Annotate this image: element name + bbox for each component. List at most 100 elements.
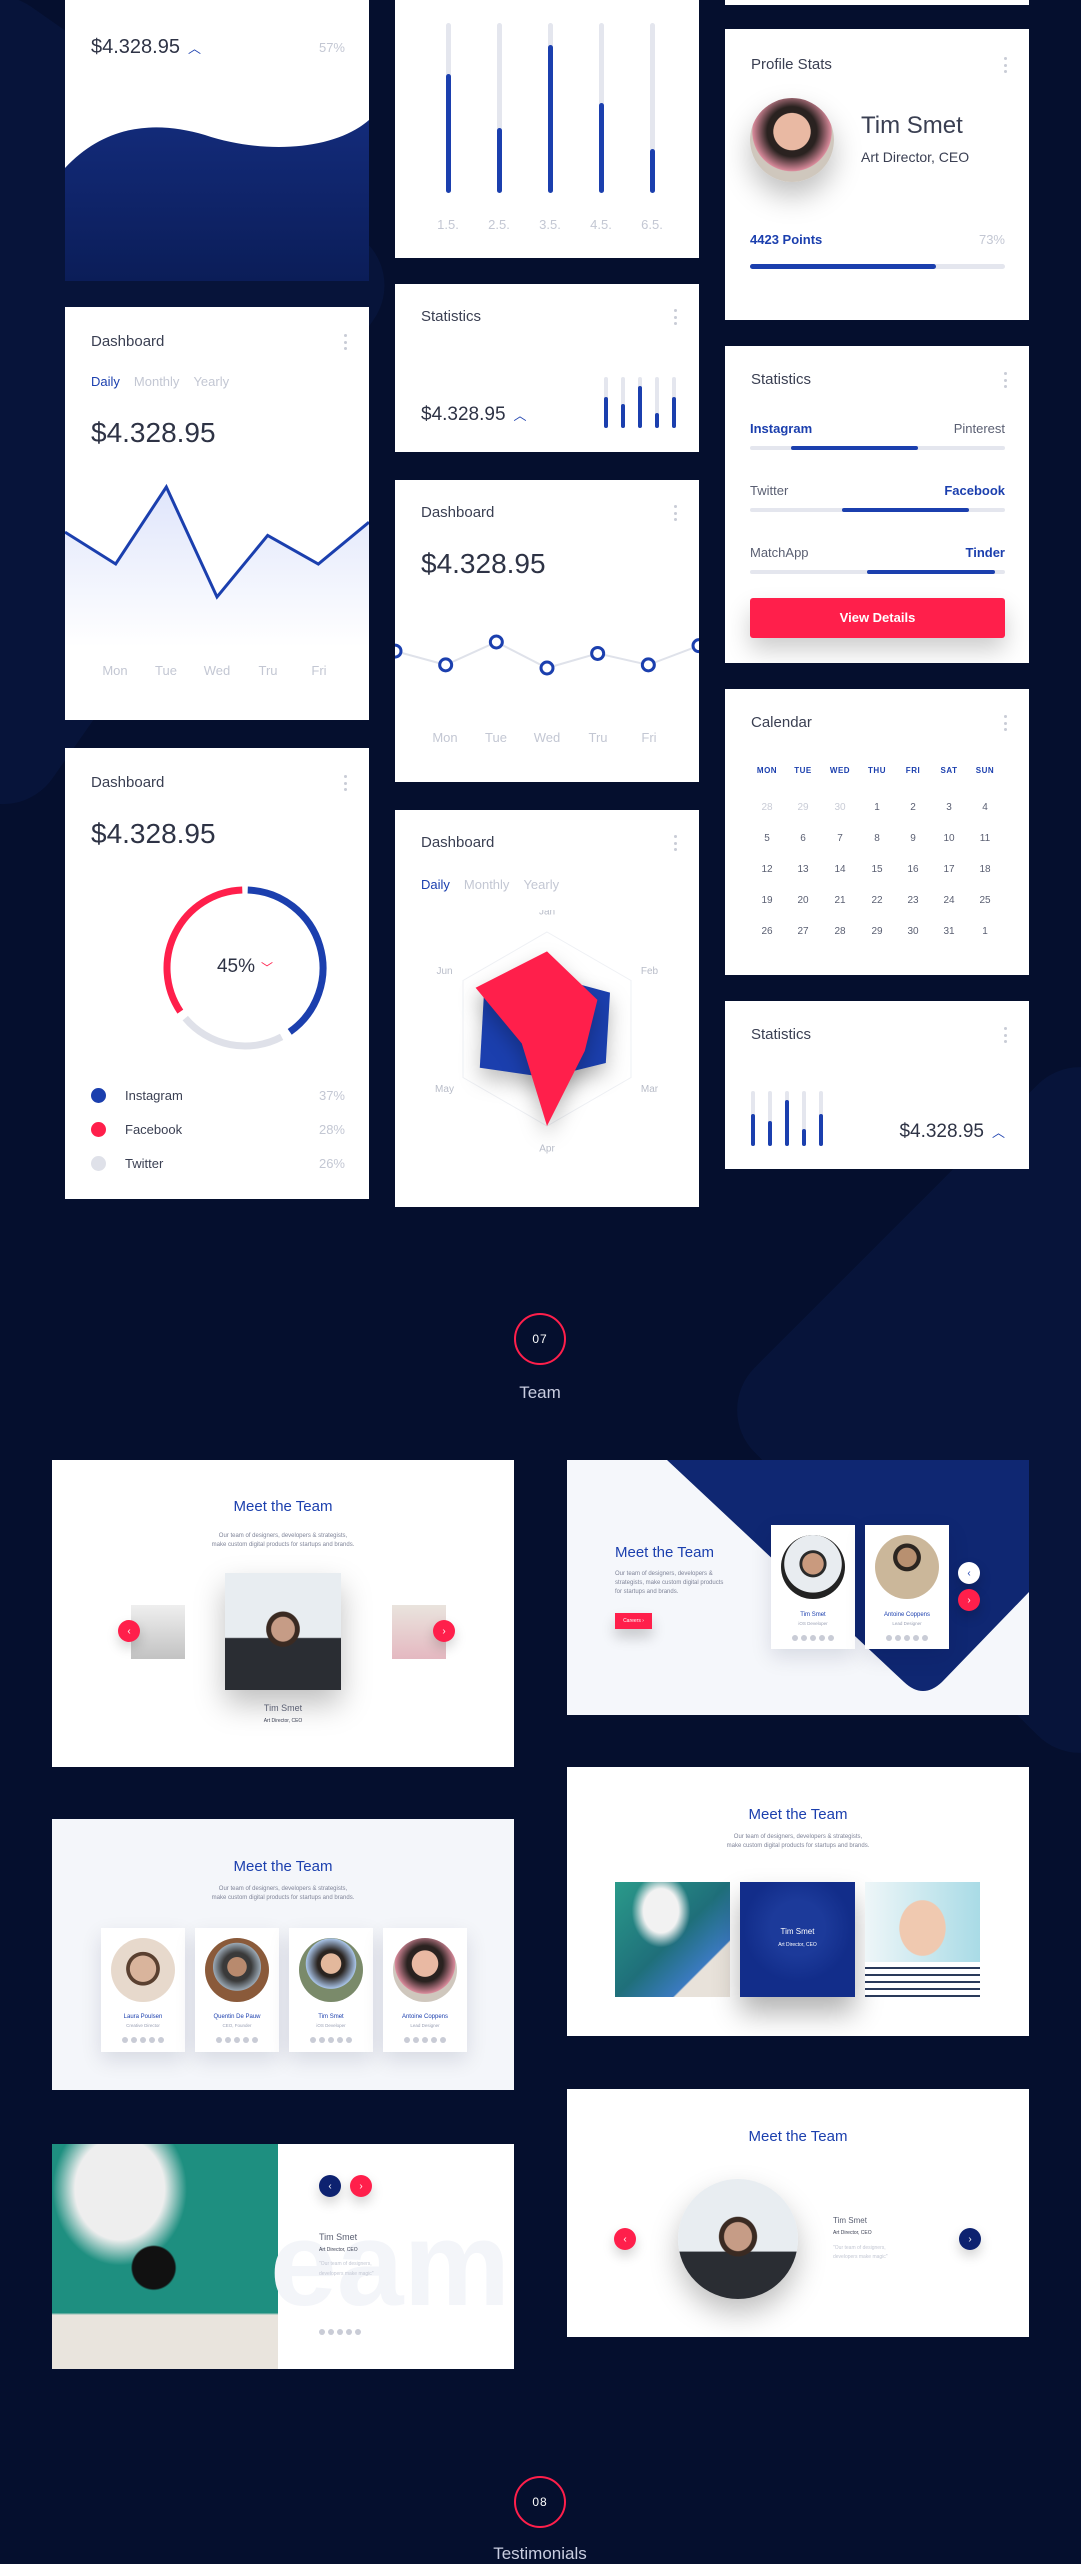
calendar-day[interactable]: 2 bbox=[910, 802, 916, 813]
more-icon[interactable] bbox=[673, 505, 677, 521]
pinterest-icon[interactable] bbox=[131, 2037, 137, 2043]
member-name[interactable]: Antoine Coppens bbox=[383, 2014, 467, 2020]
mail-icon[interactable] bbox=[310, 2037, 316, 2043]
calendar-day[interactable]: 8 bbox=[874, 833, 880, 844]
twitter-icon[interactable] bbox=[243, 2037, 249, 2043]
calendar-day[interactable]: 6 bbox=[800, 833, 806, 844]
comparison-slider[interactable] bbox=[750, 508, 1005, 512]
calendar-day[interactable]: 30 bbox=[834, 802, 845, 813]
calendar-day[interactable]: 7 bbox=[837, 833, 843, 844]
twitter-icon[interactable] bbox=[819, 1635, 825, 1641]
calendar-day[interactable]: 9 bbox=[910, 833, 916, 844]
calendar-day[interactable]: 20 bbox=[797, 895, 808, 906]
next-button[interactable]: › bbox=[433, 1620, 455, 1642]
more-icon[interactable] bbox=[1003, 57, 1007, 73]
row-label-right[interactable]: Facebook bbox=[944, 483, 1005, 498]
next-button[interactable]: › bbox=[959, 2228, 981, 2250]
row-label-left[interactable]: MatchApp bbox=[750, 545, 809, 560]
pinterest-icon[interactable] bbox=[225, 2037, 231, 2043]
facebook-icon[interactable] bbox=[440, 2037, 446, 2043]
tab-monthly[interactable]: Monthly bbox=[134, 374, 180, 389]
calendar-day[interactable]: 11 bbox=[980, 833, 990, 844]
mail-icon[interactable] bbox=[792, 1635, 798, 1641]
calendar-day[interactable]: 3 bbox=[946, 802, 952, 813]
more-icon[interactable] bbox=[1003, 1027, 1007, 1043]
calendar-day[interactable]: 28 bbox=[761, 802, 772, 813]
prev-button[interactable]: ‹ bbox=[319, 2175, 341, 2197]
row-label-left[interactable]: Twitter bbox=[750, 483, 788, 498]
twitter-icon[interactable] bbox=[346, 2329, 352, 2335]
twitter-icon[interactable] bbox=[913, 1635, 919, 1641]
calendar-day[interactable]: 18 bbox=[979, 864, 990, 875]
calendar-day[interactable]: 23 bbox=[907, 895, 918, 906]
twitter-icon[interactable] bbox=[337, 2037, 343, 2043]
tab-yearly[interactable]: Yearly bbox=[193, 374, 229, 389]
calendar-day[interactable]: 1 bbox=[874, 802, 880, 813]
instagram-icon[interactable] bbox=[422, 2037, 428, 2043]
calendar-day[interactable]: 4 bbox=[982, 802, 988, 813]
instagram-icon[interactable] bbox=[328, 2037, 334, 2043]
calendar-day[interactable]: 24 bbox=[943, 895, 954, 906]
prev-button[interactable]: ‹ bbox=[118, 1620, 140, 1642]
next-button[interactable]: › bbox=[958, 1589, 980, 1611]
calendar-day[interactable]: 14 bbox=[834, 864, 845, 875]
calendar-day[interactable]: 12 bbox=[761, 864, 772, 875]
comparison-slider[interactable] bbox=[750, 570, 1005, 574]
tab-daily[interactable]: Daily bbox=[421, 877, 450, 892]
facebook-icon[interactable] bbox=[252, 2037, 258, 2043]
instagram-icon[interactable] bbox=[904, 1635, 910, 1641]
more-icon[interactable] bbox=[673, 309, 677, 325]
view-details-button[interactable]: View Details bbox=[750, 598, 1005, 638]
calendar-day[interactable]: 26 bbox=[761, 926, 772, 937]
calendar-day[interactable]: 21 bbox=[834, 895, 845, 906]
calendar-day[interactable]: 25 bbox=[979, 895, 990, 906]
comparison-slider[interactable] bbox=[750, 446, 1005, 450]
member-name[interactable]: Laura Poulsen bbox=[101, 2014, 185, 2020]
facebook-icon[interactable] bbox=[355, 2329, 361, 2335]
careers-button[interactable]: Careers › bbox=[615, 1613, 652, 1629]
calendar-day[interactable]: 19 bbox=[761, 895, 772, 906]
member-name[interactable]: Tim Smet bbox=[771, 1612, 855, 1618]
calendar-day[interactable]: 16 bbox=[907, 864, 918, 875]
facebook-icon[interactable] bbox=[158, 2037, 164, 2043]
prev-button[interactable]: ‹ bbox=[958, 1562, 980, 1584]
calendar-day[interactable]: 15 bbox=[871, 864, 882, 875]
instagram-icon[interactable] bbox=[810, 1635, 816, 1641]
calendar-day[interactable]: 17 bbox=[943, 864, 954, 875]
more-icon[interactable] bbox=[343, 775, 347, 791]
mail-icon[interactable] bbox=[404, 2037, 410, 2043]
calendar-day[interactable]: 1 bbox=[982, 926, 988, 937]
calendar-day[interactable]: 29 bbox=[797, 802, 808, 813]
instagram-icon[interactable] bbox=[337, 2329, 343, 2335]
instagram-icon[interactable] bbox=[140, 2037, 146, 2043]
mail-icon[interactable] bbox=[122, 2037, 128, 2043]
calendar-day[interactable]: 22 bbox=[871, 895, 882, 906]
calendar-day[interactable]: 30 bbox=[907, 926, 918, 937]
facebook-icon[interactable] bbox=[828, 1635, 834, 1641]
calendar-day[interactable]: 5 bbox=[764, 833, 770, 844]
tab-yearly[interactable]: Yearly bbox=[523, 877, 559, 892]
prev-button[interactable]: ‹ bbox=[614, 2228, 636, 2250]
facebook-icon[interactable] bbox=[346, 2037, 352, 2043]
calendar-day[interactable]: 27 bbox=[797, 926, 808, 937]
facebook-icon[interactable] bbox=[922, 1635, 928, 1641]
calendar-day[interactable]: 31 bbox=[943, 926, 954, 937]
member-name[interactable]: Antoine Coppens bbox=[865, 1612, 949, 1618]
tab-monthly[interactable]: Monthly bbox=[464, 877, 510, 892]
calendar-day[interactable]: 29 bbox=[871, 926, 882, 937]
next-button[interactable]: › bbox=[350, 2175, 372, 2197]
member-name[interactable]: Tim Smet bbox=[289, 2014, 373, 2020]
pinterest-icon[interactable] bbox=[413, 2037, 419, 2043]
pinterest-icon[interactable] bbox=[319, 2037, 325, 2043]
more-icon[interactable] bbox=[343, 334, 347, 350]
member-name[interactable]: Quentin De Pauw bbox=[195, 2014, 279, 2020]
pinterest-icon[interactable] bbox=[895, 1635, 901, 1641]
calendar-day[interactable]: 28 bbox=[834, 926, 845, 937]
row-label-right[interactable]: Tinder bbox=[966, 545, 1006, 560]
calendar-day[interactable]: 10 bbox=[943, 833, 954, 844]
more-icon[interactable] bbox=[1003, 372, 1007, 388]
pinterest-icon[interactable] bbox=[328, 2329, 334, 2335]
calendar-day[interactable]: 13 bbox=[797, 864, 808, 875]
more-icon[interactable] bbox=[1003, 715, 1007, 731]
mail-icon[interactable] bbox=[319, 2329, 325, 2335]
